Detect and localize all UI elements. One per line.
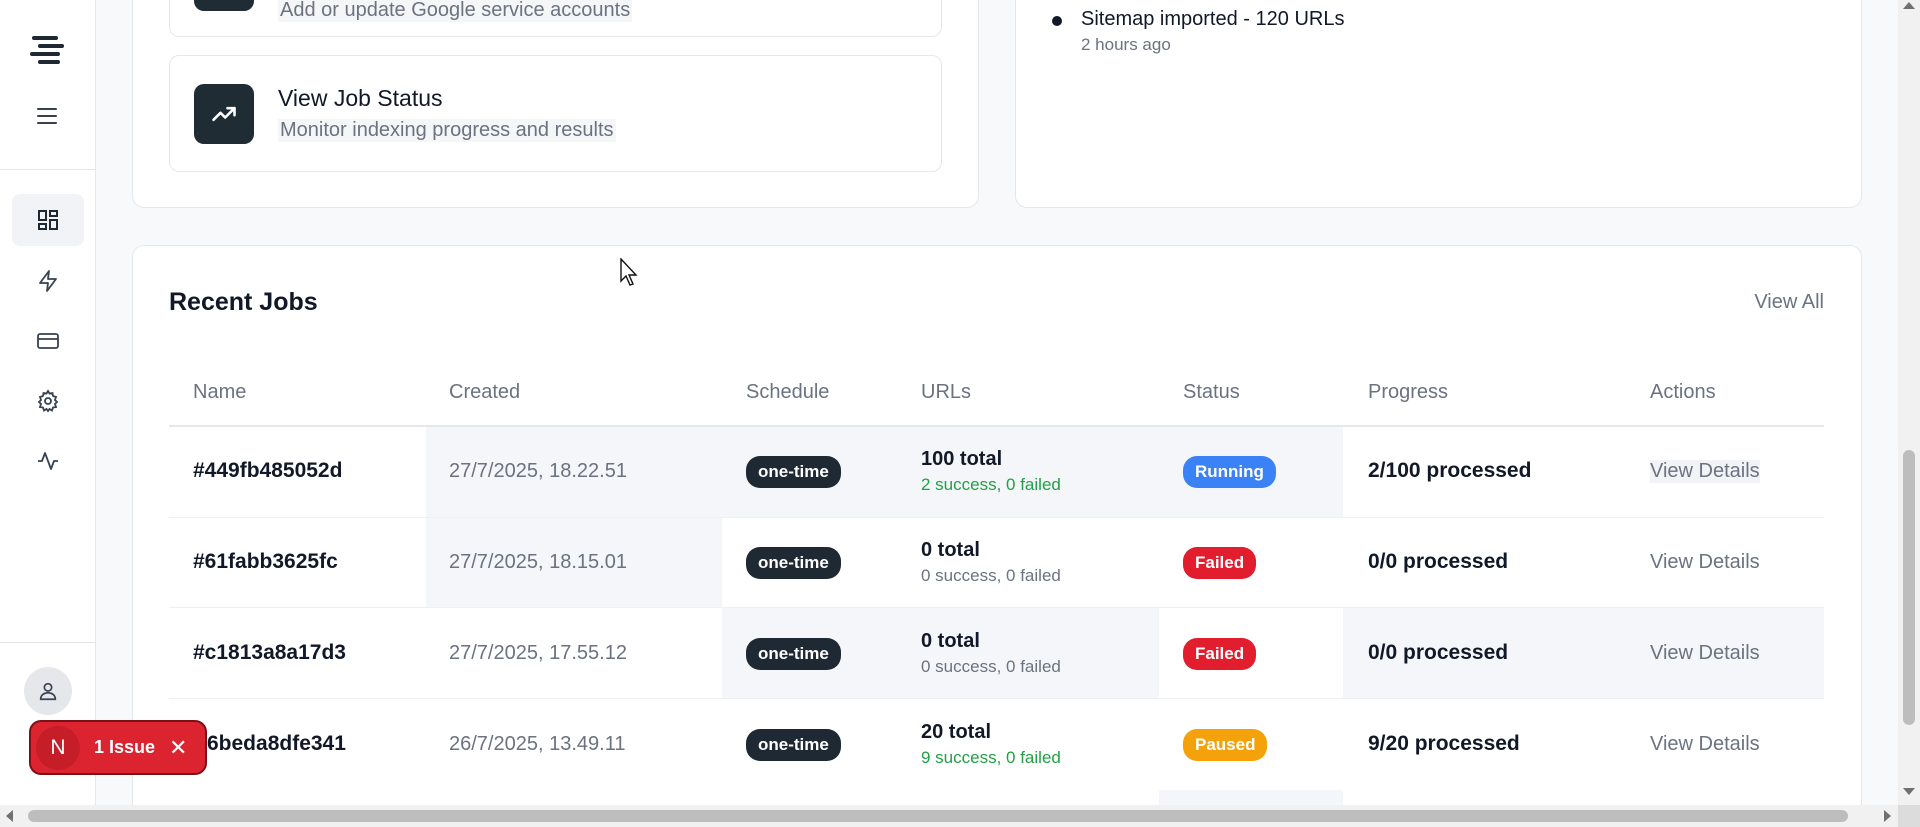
status-badge: Running — [1183, 456, 1276, 488]
action-icon-box — [194, 84, 254, 144]
horizontal-scrollbar[interactable] — [0, 805, 1920, 827]
job-progress: 2/100 processed — [1368, 459, 1532, 482]
job-name[interactable]: #449fb485052d — [193, 459, 342, 483]
urls-total: 100 total — [921, 448, 1003, 470]
lightning-icon — [39, 270, 57, 292]
brand-logo[interactable] — [30, 36, 64, 64]
scroll-up-arrow-icon[interactable] — [1903, 2, 1915, 9]
scrollbar-corner — [1898, 805, 1920, 827]
urls-detail: 0 success, 0 failed — [921, 657, 1061, 676]
sidebar-divider-bottom — [0, 642, 96, 643]
gear-icon — [37, 389, 59, 413]
action-title: View Job Status — [278, 85, 443, 111]
job-name[interactable]: #c1813a8a17d3 — [193, 641, 346, 665]
column-header-actions[interactable]: Actions — [1650, 381, 1716, 404]
issue-label[interactable]: 1 Issue — [94, 737, 155, 758]
avatar[interactable] — [24, 667, 72, 715]
urls-total: 0 total — [921, 539, 980, 561]
sidebar — [0, 0, 96, 805]
urls-total: 0 total — [921, 630, 980, 652]
column-header-created[interactable]: Created — [449, 381, 520, 404]
urls-detail: 9 success, 0 failed — [921, 748, 1061, 767]
activity-item-title: Sitemap imported - 120 URLs — [1081, 8, 1345, 30]
schedule-badge: one-time — [746, 729, 841, 761]
job-progress: 0/0 processed — [1368, 550, 1509, 573]
job-created: 27/7/2025, 18.22.51 — [449, 460, 627, 482]
horizontal-scroll-thumb[interactable] — [28, 810, 1848, 822]
trending-up-icon — [212, 106, 236, 122]
urls-detail: 2 success, 0 failed — [921, 475, 1061, 494]
status-badge: Paused — [1183, 729, 1268, 761]
schedule-badge: one-time — [746, 547, 841, 579]
column-header-name[interactable]: Name — [193, 381, 246, 404]
column-header-status[interactable]: Status — [1183, 381, 1240, 404]
view-details-button[interactable]: View Details — [1650, 551, 1760, 574]
status-badge: Failed — [1183, 638, 1257, 670]
activity-item-time: 2 hours ago — [1081, 35, 1171, 54]
job-progress: 9/20 processed — [1368, 732, 1520, 755]
issue-toast[interactable]: N 1 Issue ✕ — [29, 720, 207, 775]
status-badge: Failed — [1183, 547, 1257, 579]
urls-detail: 0 success, 0 failed — [921, 566, 1061, 585]
sidebar-item-jobs[interactable] — [12, 255, 84, 307]
column-header-urls[interactable]: URLs — [921, 381, 971, 404]
view-details-button[interactable]: View Details — [1650, 733, 1760, 756]
service-account-icon — [194, 0, 254, 11]
close-icon[interactable]: ✕ — [169, 735, 187, 761]
column-header-schedule[interactable]: Schedule — [746, 381, 829, 404]
job-name[interactable]: 6beda8dfe341 — [207, 732, 346, 756]
sidebar-item-activity[interactable] — [12, 435, 84, 487]
vertical-scrollbar[interactable] — [1898, 0, 1920, 805]
sidebar-divider — [0, 169, 96, 170]
job-created: 27/7/2025, 17.55.12 — [449, 642, 627, 664]
manage-service-accounts-action[interactable]: Add or update Google service accounts — [169, 0, 942, 37]
schedule-badge: one-time — [746, 456, 841, 488]
scroll-down-arrow-icon[interactable] — [1903, 788, 1915, 795]
credit-card-icon — [37, 333, 59, 349]
action-description: Monitor indexing progress and results — [278, 119, 616, 142]
scroll-left-arrow-icon[interactable] — [6, 810, 13, 822]
urls-total: 20 total — [921, 721, 992, 743]
dashboard-icon — [38, 210, 58, 230]
schedule-badge: one-time — [746, 638, 841, 670]
section-title: Recent Jobs — [169, 288, 318, 316]
job-progress: 0/0 processed — [1368, 641, 1509, 664]
user-icon — [39, 682, 57, 701]
job-created: 26/7/2025, 13.49.11 — [449, 733, 626, 755]
hamburger-icon[interactable] — [37, 108, 57, 126]
job-name[interactable]: #61fabb3625fc — [193, 550, 338, 574]
sidebar-item-settings[interactable] — [12, 375, 84, 427]
view-job-status-action[interactable]: View Job Status Monitor indexing progres… — [169, 55, 942, 172]
sidebar-item-billing[interactable] — [12, 315, 84, 367]
view-all-link[interactable]: View All — [1754, 291, 1824, 314]
activity-bullet — [1052, 16, 1062, 26]
job-created: 27/7/2025, 18.15.01 — [449, 551, 627, 573]
scroll-right-arrow-icon[interactable] — [1884, 810, 1891, 822]
mouse-cursor-icon — [620, 258, 638, 286]
issue-avatar: N — [36, 725, 80, 770]
recent-activity-card — [1015, 0, 1862, 208]
sidebar-item-dashboard[interactable] — [12, 194, 84, 246]
view-details-button[interactable]: View Details — [1650, 642, 1760, 665]
vertical-scroll-thumb[interactable] — [1903, 450, 1915, 725]
column-header-progress[interactable]: Progress — [1368, 381, 1448, 404]
view-details-button[interactable]: View Details — [1650, 460, 1760, 483]
pulse-icon — [38, 452, 58, 470]
action-description: Add or update Google service accounts — [278, 0, 633, 22]
